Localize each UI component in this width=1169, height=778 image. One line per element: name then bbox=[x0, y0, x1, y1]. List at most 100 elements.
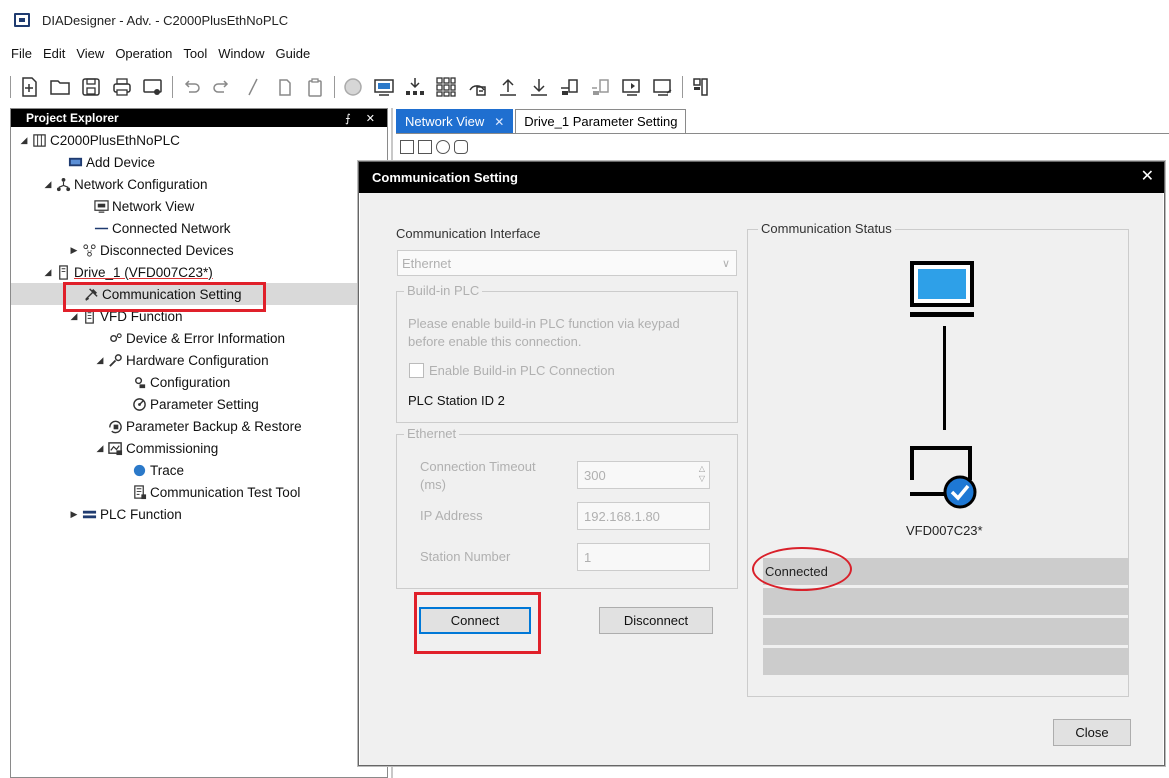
communication-interface-select[interactable]: Ethernet ∨ bbox=[397, 250, 737, 276]
ethernet-group: Ethernet Connection Timeout (ms) 300 △ ▽ … bbox=[396, 426, 738, 589]
tree-node-device-error-information[interactable]: Device & Error Information bbox=[107, 327, 285, 349]
tree-node-plc-function[interactable]: ▶ PLC Function bbox=[67, 503, 182, 525]
menu-operation[interactable]: Operation bbox=[115, 46, 172, 61]
menu-guide[interactable]: Guide bbox=[276, 46, 311, 61]
monitor-icon[interactable] bbox=[372, 75, 396, 99]
tree-node-network-configuration[interactable]: ◢ Network Configuration bbox=[41, 173, 208, 195]
vfd-connected-icon bbox=[910, 446, 977, 509]
computer-icon bbox=[910, 261, 974, 317]
tree-label: Trace bbox=[150, 462, 185, 478]
parameter-icon bbox=[131, 396, 147, 412]
tree-label: Network Configuration bbox=[74, 176, 208, 192]
plc-station-id: PLC Station ID 2 bbox=[408, 393, 505, 408]
menu-file[interactable]: File bbox=[11, 46, 32, 61]
tab-label: Drive_1 Parameter Setting bbox=[524, 114, 678, 129]
expand-arrow-icon[interactable]: ◢ bbox=[41, 179, 55, 190]
disconnect-device-icon[interactable] bbox=[589, 75, 613, 99]
expand-arrow-icon[interactable]: ◢ bbox=[17, 135, 31, 146]
go-online-icon[interactable] bbox=[620, 75, 644, 99]
tree-node-add-device[interactable]: Add Device bbox=[67, 151, 155, 173]
disconnect-button[interactable]: Disconnect bbox=[599, 607, 713, 634]
open-folder-icon[interactable] bbox=[48, 75, 72, 99]
interface-value: Ethernet bbox=[402, 255, 452, 271]
expand-arrow-icon[interactable]: ◢ bbox=[93, 443, 107, 454]
tree-node-trace[interactable]: Trace bbox=[131, 459, 184, 481]
dialog-close-icon[interactable]: ✕ bbox=[1141, 166, 1154, 186]
dialog-title-bar: Communication Setting bbox=[359, 162, 1164, 193]
tree-label: Parameter Backup & Restore bbox=[126, 418, 302, 434]
tree-node-parameter-backup-restore[interactable]: Parameter Backup & Restore bbox=[107, 415, 302, 437]
close-tab-icon[interactable]: ✕ bbox=[494, 115, 504, 129]
tree-node-network-view[interactable]: Network View bbox=[93, 195, 194, 217]
collapsed-arrow-icon[interactable]: ▶ bbox=[67, 245, 81, 256]
print-icon[interactable] bbox=[110, 75, 134, 99]
dialog-title: Communication Setting bbox=[372, 170, 518, 185]
connection-timeout-stepper[interactable]: 300 △ ▽ bbox=[577, 461, 710, 489]
connection-timeout-unit: (ms) bbox=[420, 477, 446, 492]
topology-icon[interactable] bbox=[436, 140, 450, 154]
tab-drive-1-parameter-setting[interactable]: Drive_1 Parameter Setting bbox=[515, 109, 687, 133]
pan-hand-icon[interactable] bbox=[454, 140, 468, 154]
cut-icon[interactable] bbox=[241, 75, 265, 99]
expand-arrow-icon[interactable]: ◢ bbox=[93, 355, 107, 366]
print-preview-icon[interactable] bbox=[141, 75, 165, 99]
menu-edit[interactable]: Edit bbox=[43, 46, 65, 61]
layout-icon[interactable] bbox=[689, 75, 713, 99]
save-icon[interactable] bbox=[79, 75, 103, 99]
hardware-icon bbox=[107, 352, 123, 368]
undo-icon[interactable] bbox=[179, 75, 203, 99]
copy-icon[interactable] bbox=[272, 75, 296, 99]
close-button[interactable]: Close bbox=[1053, 719, 1131, 746]
communication-setting-dialog: Communication Setting ✕ Communication In… bbox=[358, 161, 1165, 766]
enable-buildin-plc-label: Enable Build-in PLC Connection bbox=[429, 363, 615, 378]
tree-node-communication-test-tool[interactable]: Communication Test Tool bbox=[131, 481, 300, 503]
collapsed-arrow-icon[interactable]: ▶ bbox=[67, 509, 81, 520]
expand-arrow-icon[interactable]: ◢ bbox=[67, 311, 81, 322]
tree-label: PLC Function bbox=[100, 506, 182, 522]
tree-node-disconnected-devices[interactable]: ▶ Disconnected Devices bbox=[67, 239, 234, 261]
tab-network-view[interactable]: Network View ✕ bbox=[396, 109, 514, 133]
status-row-2 bbox=[763, 588, 1129, 615]
menu-tool[interactable]: Tool bbox=[183, 46, 207, 61]
tree-node-drive-1[interactable]: ◢ Drive_1 (VFD007C23*) bbox=[41, 261, 213, 283]
download-icon[interactable] bbox=[527, 75, 551, 99]
connect-device-icon[interactable] bbox=[558, 75, 582, 99]
new-file-icon[interactable] bbox=[17, 75, 41, 99]
redo-icon[interactable] bbox=[210, 75, 234, 99]
tree-node-parameter-setting[interactable]: Parameter Setting bbox=[131, 393, 259, 415]
main-toolbar bbox=[0, 66, 1169, 108]
stepper-arrows-icon[interactable]: △ ▽ bbox=[699, 464, 705, 484]
ip-address-field[interactable]: 192.168.1.80 bbox=[577, 502, 710, 530]
pin-close-icons[interactable]: ⨍ ✕ bbox=[345, 112, 381, 125]
tree-label: Drive_1 (VFD007C23*) bbox=[74, 264, 213, 280]
communication-interface-label: Communication Interface bbox=[396, 226, 541, 241]
expand-arrow-icon[interactable]: ◢ bbox=[41, 267, 55, 278]
stop-icon[interactable] bbox=[341, 75, 365, 99]
tree-label: Communication Test Tool bbox=[150, 484, 301, 500]
tree-node-configuration[interactable]: Configuration bbox=[131, 371, 230, 393]
go-offline-icon[interactable] bbox=[651, 75, 675, 99]
buildin-plc-title: Build-in PLC bbox=[404, 283, 483, 298]
scan-icon[interactable] bbox=[465, 75, 489, 99]
chevron-down-icon: ∨ bbox=[721, 257, 730, 270]
zoom-area-icon[interactable] bbox=[418, 140, 432, 154]
grid-icon[interactable] bbox=[434, 75, 458, 99]
zoom-fit-icon[interactable] bbox=[400, 140, 414, 154]
menu-window[interactable]: Window bbox=[218, 46, 264, 61]
tree-label: C2000PlusEthNoPLC bbox=[50, 132, 180, 148]
tree-node-hardware-configuration[interactable]: ◢ Hardware Configuration bbox=[93, 349, 269, 371]
enable-buildin-plc-checkbox[interactable] bbox=[409, 363, 424, 378]
connection-line bbox=[943, 326, 946, 430]
tree-label: Parameter Setting bbox=[150, 396, 259, 412]
tree-node-project[interactable]: ◢ C2000PlusEthNoPLC bbox=[17, 129, 180, 151]
paste-icon[interactable] bbox=[303, 75, 327, 99]
toolbar-separator bbox=[10, 76, 11, 98]
title-bar: DIADesigner - Adv. - C2000PlusEthNoPLC bbox=[0, 0, 1169, 40]
download-network-icon[interactable] bbox=[403, 75, 427, 99]
menu-view[interactable]: View bbox=[76, 46, 104, 61]
upload-icon[interactable] bbox=[496, 75, 520, 99]
station-number-field[interactable]: 1 bbox=[577, 543, 710, 571]
tree-node-connected-network[interactable]: Connected Network bbox=[93, 217, 231, 239]
tree-node-commissioning[interactable]: ◢ Commissioning bbox=[93, 437, 219, 459]
commissioning-icon bbox=[107, 440, 123, 456]
